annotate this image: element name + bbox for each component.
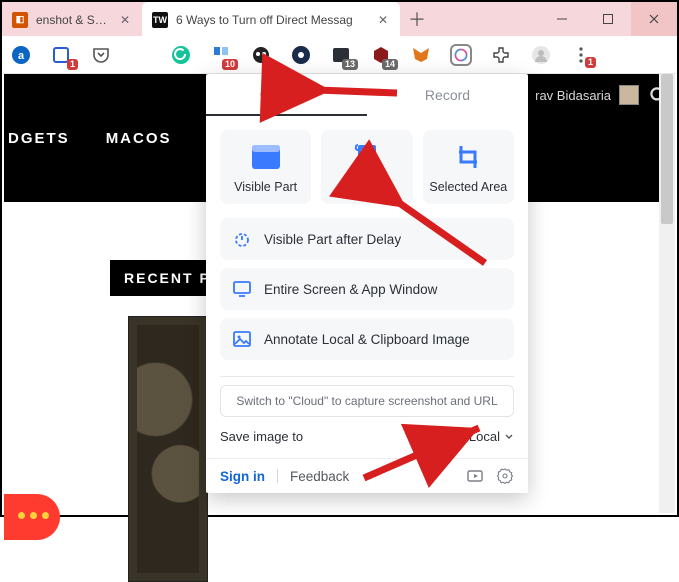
gear-icon[interactable]: [496, 467, 514, 485]
extension-icon[interactable]: 13: [330, 44, 352, 66]
browser-menu-button[interactable]: 1: [570, 44, 592, 66]
tile-label: Selected Area: [429, 180, 507, 194]
tile-label: Full Page: [341, 180, 394, 194]
browser-titlebar: ◧ enshot & Screen R ✕ TW 6 Ways to Turn …: [2, 2, 677, 36]
badge: 1: [67, 59, 78, 70]
favicon-tw: TW: [152, 12, 168, 28]
popup-tabs: Capture Record: [206, 74, 528, 116]
row-label: Visible Part after Delay: [264, 232, 401, 247]
tab-inactive[interactable]: ◧ enshot & Screen R ✕: [2, 2, 142, 36]
extensions-toolbar: a 1 10 13 14 1: [2, 36, 677, 74]
timer-icon: [232, 229, 252, 249]
tile-label: Visible Part: [234, 180, 297, 194]
cloud-switch-pill[interactable]: Switch to "Cloud" to capture screenshot …: [220, 385, 514, 417]
divider: [206, 458, 528, 459]
badge: 1: [585, 57, 596, 68]
divider: [220, 376, 514, 377]
extension-icon[interactable]: 14: [370, 44, 392, 66]
svg-text:a: a: [18, 50, 25, 62]
tile-full-page[interactable]: Full Page: [321, 130, 412, 204]
new-tab-button[interactable]: ＋: [400, 2, 434, 36]
extension-icon[interactable]: [130, 44, 152, 66]
row-annotate[interactable]: Annotate Local & Clipboard Image: [220, 318, 514, 360]
author-name: rav Bidasaria: [535, 88, 611, 103]
window-close-button[interactable]: [631, 2, 677, 36]
favicon-generic: ◧: [12, 12, 28, 28]
row-label: Entire Screen & App Window: [264, 282, 437, 297]
tab-active-title: 6 Ways to Turn off Direct Messag: [176, 13, 368, 27]
extension-icon[interactable]: 1: [50, 44, 72, 66]
pocket-icon[interactable]: [90, 44, 112, 66]
page-scroll-icon: [352, 144, 382, 170]
divider: [277, 469, 278, 483]
badge: 10: [222, 59, 238, 70]
scrollbar-thumb[interactable]: [661, 74, 673, 224]
screenshot-popup: Capture Record Visible Part Full Page Se…: [206, 74, 528, 493]
save-image-to-label: Save image to: [220, 429, 303, 444]
monitor-icon: [232, 279, 252, 299]
row-visible-delay[interactable]: Visible Part after Delay: [220, 218, 514, 260]
extension-icon[interactable]: 10: [210, 44, 232, 66]
post-thumbnail[interactable]: [128, 316, 208, 582]
extension-icon[interactable]: [250, 44, 272, 66]
sign-in-link[interactable]: Sign in: [220, 469, 265, 484]
window-minimize-button[interactable]: [539, 2, 585, 36]
chevron-down-icon: [504, 432, 514, 442]
feedback-link[interactable]: Feedback: [290, 469, 349, 484]
row-label: Annotate Local & Clipboard Image: [264, 332, 470, 347]
nav-item[interactable]: DGETS: [8, 130, 70, 147]
tab-record[interactable]: Record: [367, 74, 528, 116]
crop-icon: [453, 144, 483, 170]
chat-bubble-icon[interactable]: [4, 494, 60, 540]
tab-capture[interactable]: Capture: [206, 74, 367, 116]
extension-icon[interactable]: a: [10, 44, 32, 66]
row-entire-screen[interactable]: Entire Screen & App Window: [220, 268, 514, 310]
extensions-menu-icon[interactable]: [490, 44, 512, 66]
image-icon: [232, 329, 252, 349]
extension-icon[interactable]: [290, 44, 312, 66]
vertical-scrollbar[interactable]: [659, 74, 675, 513]
close-icon[interactable]: ✕: [118, 13, 132, 27]
avatar[interactable]: [619, 85, 639, 105]
save-target-select[interactable]: Local: [469, 429, 514, 444]
site-nav: DGETS MACOS L: [4, 130, 219, 147]
tile-selected-area[interactable]: Selected Area: [423, 130, 514, 204]
tab-inactive-title: enshot & Screen R: [36, 13, 110, 27]
window-maximize-button[interactable]: [585, 2, 631, 36]
nimbus-icon[interactable]: [450, 44, 472, 66]
close-icon[interactable]: ✕: [376, 13, 390, 27]
tab-active[interactable]: TW 6 Ways to Turn off Direct Messag ✕: [142, 2, 400, 36]
badge: 14: [382, 59, 398, 70]
badge: 13: [342, 59, 358, 70]
profile-icon[interactable]: [530, 44, 552, 66]
nav-item[interactable]: MACOS: [106, 130, 172, 147]
browser-window-icon: [251, 144, 281, 170]
tile-visible-part[interactable]: Visible Part: [220, 130, 311, 204]
metamask-icon[interactable]: [410, 44, 432, 66]
grammarly-icon[interactable]: [170, 44, 192, 66]
video-icon[interactable]: [466, 467, 484, 485]
